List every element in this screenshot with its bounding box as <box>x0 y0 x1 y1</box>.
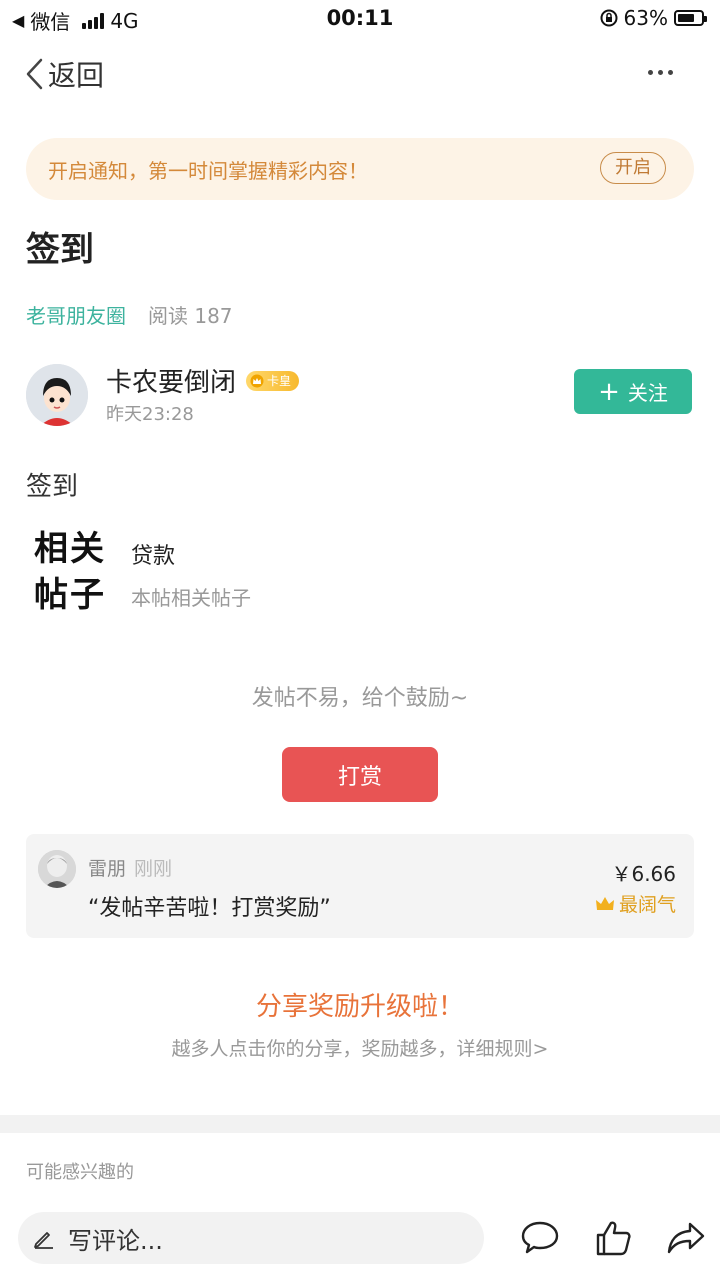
post-time: 昨天23:28 <box>106 404 194 425</box>
chevron-left-icon <box>26 58 43 90</box>
more-dot-icon <box>647 69 653 75</box>
related-posts-logo: 相关 帖子 <box>34 526 106 618</box>
author-avatar[interactable] <box>26 364 88 426</box>
battery-percent: 63% <box>623 6 668 30</box>
follow-button[interactable]: + 关注 <box>574 369 692 414</box>
circle-link[interactable]: 老哥朋友圈 <box>26 300 126 329</box>
more-dot-icon <box>667 69 673 75</box>
thumbs-up-icon <box>596 1221 631 1256</box>
reward-tag: 最阔气 <box>595 890 676 917</box>
rewarder-avatar-image <box>38 850 76 888</box>
crown-icon <box>250 374 264 387</box>
status-bar: ◀ 微信 4G 00:11 63% <box>0 0 720 36</box>
author-name-row: 卡农要倒闭 卡皇 <box>106 362 300 399</box>
badge-label: 卡皇 <box>267 374 292 388</box>
reward-button[interactable]: 打赏 <box>282 747 438 802</box>
comment-button[interactable] <box>518 1216 562 1260</box>
post-title: 签到 <box>26 230 94 270</box>
follow-label: 关注 <box>627 381 668 405</box>
share-arrow-icon <box>667 1222 705 1254</box>
more-dot-icon <box>657 69 663 75</box>
avatar-illustration <box>26 364 88 426</box>
related-logo-line2: 帖子 <box>34 575 106 615</box>
rewarder-avatar[interactable] <box>38 850 76 888</box>
share-button[interactable] <box>664 1216 708 1260</box>
share-rules-link[interactable]: 越多人点击你的分享，奖励越多，详细规则> <box>0 1034 720 1061</box>
reward-time: 刚刚 <box>134 858 173 880</box>
like-button[interactable] <box>592 1216 636 1260</box>
rewarder-line: 雷朋 刚刚 <box>88 854 172 881</box>
share-title: 分享奖励升级啦！ <box>255 992 464 1022</box>
enable-notification-button[interactable]: 开启 <box>600 152 666 184</box>
related-logo-line1: 相关 <box>34 529 106 569</box>
reward-message: “发帖辛苦啦！打赏奖励” <box>88 896 331 921</box>
reward-tag-label: 最阔气 <box>618 894 676 916</box>
crown-icon <box>595 896 614 910</box>
related-tag[interactable]: 贷款 <box>131 538 175 570</box>
rotation-lock-icon <box>600 9 618 27</box>
back-label: 返回 <box>48 59 105 92</box>
section-divider <box>0 1115 720 1133</box>
comment-placeholder: 写评论... <box>68 1226 163 1255</box>
notification-text: 开启通知，第一时间掌握精彩内容！ <box>48 159 368 183</box>
notification-banner: 开启通知，第一时间掌握精彩内容！ 开启 <box>26 138 694 200</box>
comment-input[interactable]: 写评论... <box>18 1212 484 1264</box>
more-button[interactable] <box>640 56 680 88</box>
pencil-icon <box>34 1232 53 1249</box>
maybe-interested-heading: 可能感兴趣的 <box>26 1162 134 1183</box>
battery-icon <box>674 10 707 26</box>
reward-amount: ￥6.66 <box>611 862 676 886</box>
reward-record: 雷朋 刚刚 “发帖辛苦啦！打赏奖励” ￥6.66 最阔气 <box>26 834 694 938</box>
rewarder-name[interactable]: 雷朋 <box>88 858 126 880</box>
post-body: 签到 <box>26 472 79 502</box>
author-name[interactable]: 卡农要倒闭 <box>106 362 236 399</box>
related-subtitle: 本帖相关帖子 <box>131 586 251 610</box>
comment-bubble-icon <box>521 1221 559 1254</box>
read-count: 阅读 187 <box>148 304 233 328</box>
post-meta: 老哥朋友圈 阅读 187 <box>26 300 233 329</box>
back-button[interactable]: 返回 <box>24 54 104 94</box>
status-right: 63% <box>600 6 707 30</box>
plus-icon: + <box>598 376 620 407</box>
author-badge: 卡皇 <box>246 370 300 391</box>
reward-prompt: 发帖不易，给个鼓励~ <box>251 686 469 711</box>
